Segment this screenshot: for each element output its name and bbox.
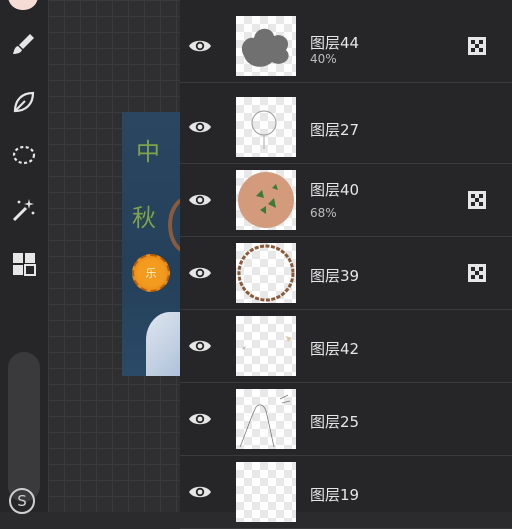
layer-row[interactable]: 图层25 (180, 383, 512, 456)
lasso-icon (12, 145, 36, 165)
layer-row[interactable]: 图层42 (180, 310, 512, 383)
layer-name: 图层42 (310, 340, 360, 358)
layer-name: 图层39 (310, 267, 360, 285)
layers-grid-icon (13, 253, 36, 276)
layer-thumbnail (236, 170, 296, 230)
layer-name: 图层27 (310, 121, 360, 139)
mooncake-label: 乐 (145, 267, 157, 280)
layer-thumbnail (236, 243, 296, 303)
artwork-char-qiu: 秋 (132, 204, 156, 232)
blend-mode-icon[interactable] (468, 264, 486, 282)
artwork-char-zhong: 中 (136, 138, 160, 166)
artwork-figure (146, 312, 182, 376)
layers-panel: 图层44 40% 图层27 图层40 68% 图层39 图层42 图层25 图层… (180, 0, 512, 529)
layer-name: 图层19 (310, 486, 360, 504)
layer-thumbnail (236, 97, 296, 157)
eye-icon[interactable] (188, 261, 212, 285)
eye-icon[interactable] (188, 480, 212, 504)
layer-thumbnail (236, 389, 296, 449)
layer-name: 图层40 (310, 181, 360, 199)
tool-sidebar: S (0, 0, 48, 514)
smudge-button[interactable]: S (9, 488, 35, 514)
brush-tool[interactable] (8, 28, 40, 60)
layer-thumbnail (236, 462, 296, 522)
layer-opacity: 40% (310, 52, 337, 66)
mooncake-icon: 乐 (132, 254, 170, 292)
layer-thumbnail (236, 316, 296, 376)
layer-name: 图层44 (310, 34, 360, 52)
eye-icon[interactable] (188, 188, 212, 212)
layer-row[interactable]: 图层40 68% (180, 164, 512, 237)
brush-size-slider[interactable] (8, 352, 40, 502)
layer-row[interactable]: 图层39 (180, 237, 512, 310)
layer-row[interactable]: 图层19 (180, 456, 512, 529)
eraser-tool[interactable] (8, 86, 40, 118)
eye-icon[interactable] (188, 334, 212, 358)
layers-tool[interactable] (8, 248, 40, 280)
artwork-preview: 中 秋 乐 (122, 112, 182, 376)
magic-wand-tool[interactable] (8, 194, 40, 226)
layer-row[interactable]: 图层27 (180, 91, 512, 164)
blend-mode-icon[interactable] (468, 37, 486, 55)
brush-icon (13, 34, 34, 54)
layer-row[interactable]: 图层44 40% (180, 10, 512, 83)
eye-icon[interactable] (188, 407, 212, 431)
eraser-leaf-icon (13, 91, 35, 113)
eye-icon[interactable] (188, 115, 212, 139)
layer-name: 图层25 (310, 413, 360, 431)
smudge-button-label: S (17, 492, 27, 510)
color-swatch[interactable] (8, 0, 38, 10)
eye-icon[interactable] (188, 34, 212, 58)
magic-wand-icon (12, 199, 35, 222)
blend-mode-icon[interactable] (468, 191, 486, 209)
layer-opacity: 68% (310, 206, 337, 220)
layer-thumbnail (236, 16, 296, 76)
lasso-tool[interactable] (8, 140, 40, 172)
